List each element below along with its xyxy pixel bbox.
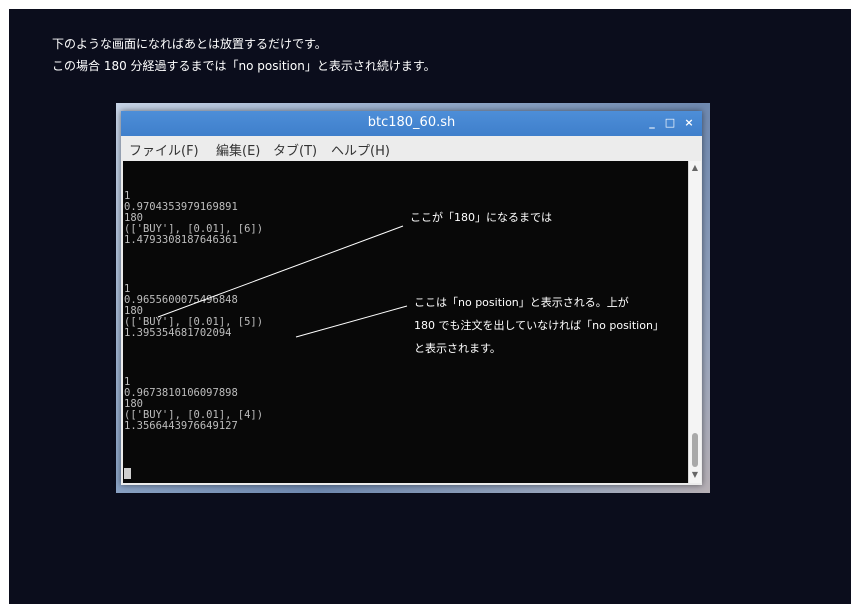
- window-titlebar[interactable]: btc180_60.sh _ □ ×: [121, 111, 702, 136]
- terminal-line: 1.3566443976649127: [124, 420, 238, 432]
- annotation-note-2-line-2: 180 でも注文を出していなければ「no position」: [414, 319, 664, 332]
- text-cursor: [124, 468, 131, 479]
- minimize-icon[interactable]: _: [645, 115, 659, 131]
- caption-line-1: 下のような画面になればあとは放置するだけです。: [52, 37, 327, 51]
- menu-help[interactable]: ヘルプ(H): [331, 140, 390, 159]
- menu-file[interactable]: ファイル(F): [129, 140, 199, 159]
- annotation-note-2-line-3: と表示されます。: [414, 342, 501, 355]
- scroll-down-arrow-icon[interactable]: ▼: [690, 470, 700, 480]
- annotation-note-2-line-1: ここは「no position」と表示される。上が: [414, 296, 629, 309]
- caption-line-2: この場合 180 分経過するまでは「no position」と表示され続けます。: [52, 59, 436, 73]
- scroll-up-arrow-icon[interactable]: ▲: [690, 163, 700, 173]
- menu-edit[interactable]: 編集(E): [216, 140, 260, 159]
- terminal-line: 1.4793308187646361: [124, 234, 238, 246]
- menu-tabs[interactable]: タブ(T): [273, 140, 317, 159]
- scrollbar-thumb[interactable]: [692, 433, 698, 467]
- window-title: btc180_60.sh: [367, 115, 456, 130]
- menu-bar: ファイル(F) 編集(E) タブ(T) ヘルプ(H): [121, 136, 702, 160]
- maximize-icon[interactable]: □: [663, 115, 677, 131]
- terminal-scrollbar[interactable]: ▲ ▼: [688, 161, 701, 483]
- annotation-note-1: ここが「180」になるまでは: [410, 211, 552, 224]
- close-icon[interactable]: ×: [682, 115, 696, 131]
- terminal-line: 1.395354681702094: [124, 327, 232, 339]
